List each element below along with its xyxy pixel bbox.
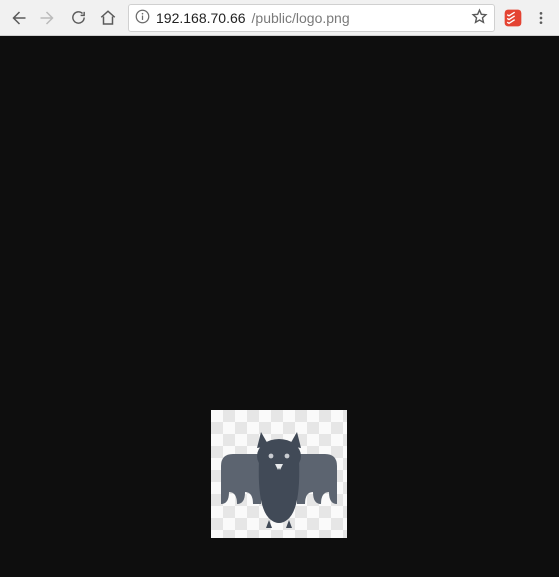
reload-icon [70,9,87,26]
back-button[interactable] [4,4,32,32]
home-icon [99,9,117,27]
bookmark-button[interactable] [471,8,488,28]
browser-toolbar: 192.168.70.66/public/logo.png [0,0,559,36]
todoist-extension-button[interactable] [501,6,525,30]
kebab-menu-icon [533,10,549,26]
reload-button[interactable] [64,4,92,32]
url-path: /public/logo.png [252,10,350,26]
forward-button[interactable] [34,4,62,32]
home-button[interactable] [94,4,122,32]
image-viewport [0,36,559,577]
menu-button[interactable] [527,4,555,32]
image-content[interactable] [211,410,347,538]
star-icon [471,8,488,25]
arrow-left-icon [9,9,27,27]
arrow-right-icon [39,9,57,27]
url-host: 192.168.70.66 [156,10,246,26]
todoist-icon [503,8,523,28]
bat-icon [211,410,347,538]
site-info-icon[interactable] [135,9,150,27]
address-bar[interactable]: 192.168.70.66/public/logo.png [128,4,495,32]
